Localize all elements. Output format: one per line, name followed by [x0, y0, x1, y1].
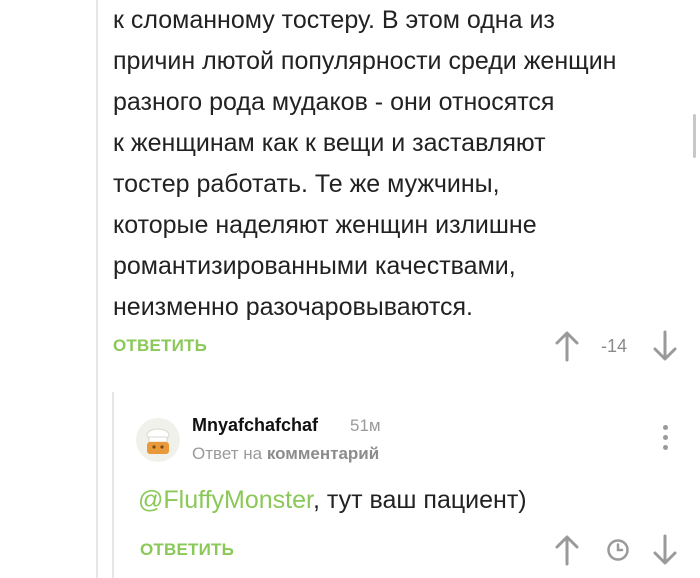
comment-line: к женщинам как к вещи и заставляют: [113, 129, 546, 157]
comment-line: романтизированными качествами,: [113, 252, 516, 280]
arrow-down-icon[interactable]: [652, 330, 678, 362]
comment-line: неизменно разочаровываются.: [113, 293, 473, 321]
reply-meta-prefix: Ответ на: [192, 444, 263, 463]
reply-meta: Ответ на комментарий: [192, 444, 379, 464]
comment-line: причин лютой популярности среди женщин: [113, 47, 617, 75]
reply-body: @FluffyMonster, тут ваш пациент): [138, 486, 527, 515]
comment-line: тостер работать. Те же мужчины,: [113, 170, 500, 198]
arrow-down-icon[interactable]: [652, 534, 678, 566]
thread-line-nested: [112, 392, 114, 578]
comment-line: которые наделяют женщин излишне: [113, 211, 537, 239]
comment-line: к сломанному тостеру. В этом одна из: [113, 6, 555, 34]
reply-meta-link[interactable]: комментарий: [267, 444, 379, 463]
scrollbar[interactable]: [693, 114, 696, 158]
clock-icon[interactable]: [606, 538, 630, 562]
comment-author[interactable]: Mnyafchafchaf: [192, 415, 318, 436]
reply-body-text: , тут ваш пациент): [312, 486, 527, 514]
reply-button-nested[interactable]: ОТВЕТИТЬ: [140, 540, 234, 560]
more-vertical-icon[interactable]: [658, 425, 672, 455]
avatar[interactable]: [136, 418, 180, 462]
comment-body: к сломанному тостеру. В этом одна из при…: [113, 0, 673, 328]
comment-line: разного рода мудаков - они относятся: [113, 88, 555, 116]
arrow-up-icon[interactable]: [554, 534, 580, 566]
reply-button[interactable]: ОТВЕТИТЬ: [113, 336, 207, 356]
avatar-chef-icon: [146, 428, 170, 454]
comment-score: -14: [601, 336, 628, 356]
arrow-up-icon[interactable]: [554, 330, 580, 362]
comment-time: 51м: [350, 416, 381, 435]
thread-line: [96, 0, 98, 578]
user-mention[interactable]: @FluffyMonster: [138, 486, 313, 514]
